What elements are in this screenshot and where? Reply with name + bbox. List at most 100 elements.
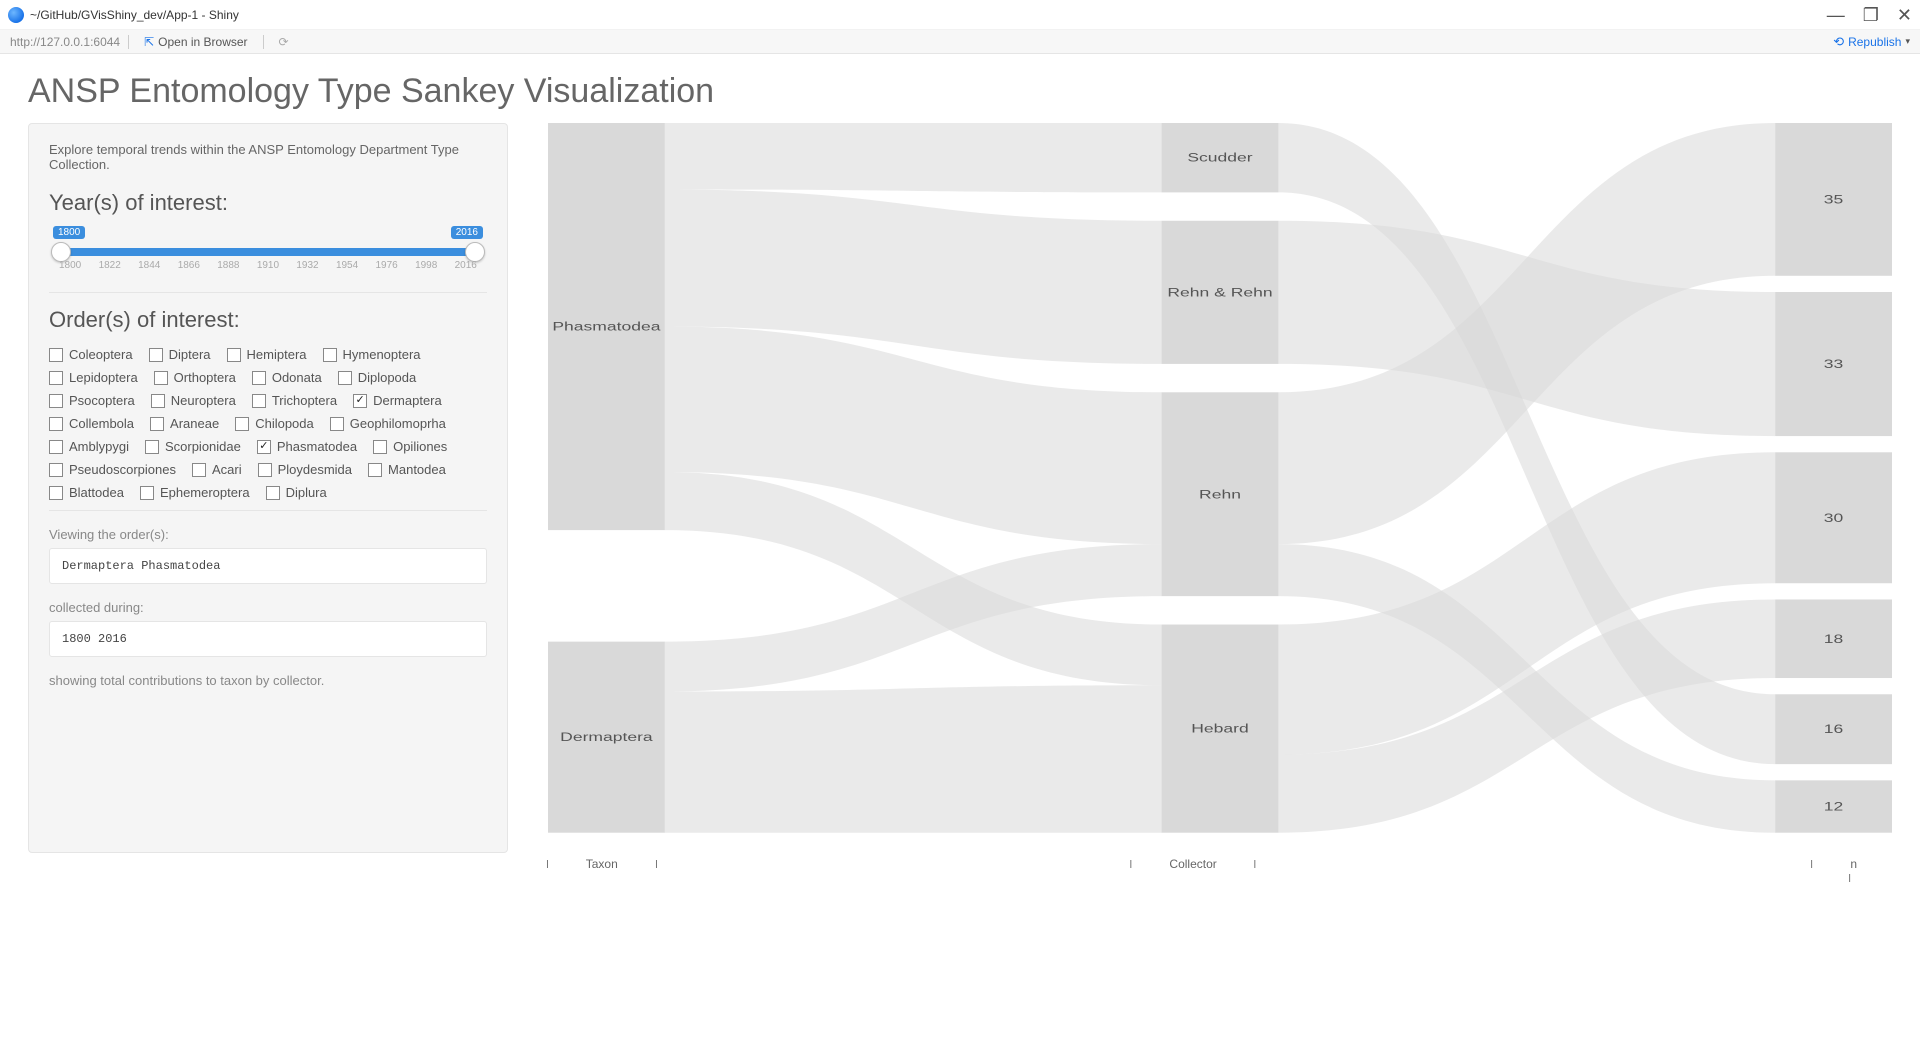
window-close-button[interactable]: ✕: [1897, 6, 1912, 24]
checkbox-icon: [323, 348, 337, 362]
checkbox-icon: ✓: [257, 440, 271, 454]
checkbox-label: Psocoptera: [69, 393, 135, 408]
refresh-button[interactable]: ⟳: [272, 33, 296, 51]
axis-label: Collector: [1130, 857, 1255, 871]
order-checkbox-dermaptera[interactable]: ✓ Dermaptera: [353, 393, 442, 408]
checkbox-icon: [151, 394, 165, 408]
order-checkbox-ephemeroptera[interactable]: Ephemeroptera: [140, 485, 250, 500]
checkbox-icon: [266, 486, 280, 500]
order-checkbox-neuroptera[interactable]: Neuroptera: [151, 393, 236, 408]
window-minimize-button[interactable]: —: [1827, 6, 1845, 24]
checkbox-label: Hemiptera: [247, 347, 307, 362]
sankey-node-label: Scudder: [1187, 151, 1252, 165]
republish-button[interactable]: ⟲ Republish ▾: [1833, 34, 1910, 50]
order-checkbox-blattodea[interactable]: Blattodea: [49, 485, 124, 500]
checkbox-icon: [49, 348, 63, 362]
checkbox-label: Neuroptera: [171, 393, 236, 408]
checkbox-icon: ✓: [353, 394, 367, 408]
sankey-node-label: 12: [1824, 800, 1843, 814]
order-checkbox-amblypygi[interactable]: Amblypygi: [49, 439, 129, 454]
orders-checkbox-group: Coleoptera Diptera Hemiptera Hymenoptera Lep…: [49, 347, 487, 500]
checkbox-label: Chilopoda: [255, 416, 314, 431]
slider-tick: 1998: [415, 260, 437, 271]
order-checkbox-scorpionidae[interactable]: Scorpionidae: [145, 439, 241, 454]
checkbox-label: Diplura: [286, 485, 327, 500]
sankey-link[interactable]: [665, 123, 1162, 192]
order-checkbox-orthoptera[interactable]: Orthoptera: [154, 370, 236, 385]
slider-tick: 1910: [257, 260, 279, 271]
order-checkbox-collembola[interactable]: Collembola: [49, 416, 134, 431]
order-checkbox-odonata[interactable]: Odonata: [252, 370, 322, 385]
sankey-node-label: Rehn & Rehn: [1167, 286, 1272, 300]
checkbox-icon: [252, 394, 266, 408]
order-checkbox-hymenoptera[interactable]: Hymenoptera: [323, 347, 421, 362]
order-checkbox-lepidoptera[interactable]: Lepidoptera: [49, 370, 138, 385]
order-checkbox-diplopoda[interactable]: Diplopoda: [338, 370, 417, 385]
window-maximize-button[interactable]: ❐: [1863, 6, 1879, 24]
slider-tick: 1822: [99, 260, 121, 271]
checkbox-icon: [150, 417, 164, 431]
sankey-link[interactable]: [665, 685, 1162, 832]
checkbox-label: Blattodea: [69, 485, 124, 500]
order-checkbox-diptera[interactable]: Diptera: [149, 347, 211, 362]
year-slider[interactable]: 1800 2016 180018221844186618881910193219…: [49, 230, 487, 282]
checkbox-label: Trichoptera: [272, 393, 337, 408]
control-panel: Explore temporal trends within the ANSP …: [28, 123, 508, 853]
open-in-browser-button[interactable]: ⇱ Open in Browser: [137, 33, 254, 51]
sankey-node-label: 30: [1824, 511, 1843, 525]
year-section-head: Year(s) of interest:: [49, 190, 487, 216]
order-checkbox-diplura[interactable]: Diplura: [266, 485, 327, 500]
slider-from-label: 1800: [53, 226, 85, 239]
checkbox-label: Opiliones: [393, 439, 447, 454]
checkbox-icon: [145, 440, 159, 454]
slider-handle-to[interactable]: [465, 242, 485, 262]
chevron-down-icon: ▾: [1905, 36, 1910, 47]
address-url[interactable]: http://127.0.0.1:6044: [10, 35, 120, 49]
checkbox-label: Hymenoptera: [343, 347, 421, 362]
order-checkbox-hemiptera[interactable]: Hemiptera: [227, 347, 307, 362]
order-checkbox-opiliones[interactable]: Opiliones: [373, 439, 447, 454]
order-checkbox-coleoptera[interactable]: Coleoptera: [49, 347, 133, 362]
checkbox-label: Geophilomoprha: [350, 416, 446, 431]
summary-text: showing total contributions to taxon by …: [49, 673, 487, 688]
slider-handle-from[interactable]: [51, 242, 71, 262]
address-bar: http://127.0.0.1:6044 ⇱ Open in Browser …: [0, 30, 1920, 54]
sankey-chart: PhasmatodeaDermapteraScudderRehn & RehnR…: [548, 123, 1892, 853]
checkbox-icon: [49, 463, 63, 477]
checkbox-label: Pseudoscorpiones: [69, 462, 176, 477]
checkbox-label: Acari: [212, 462, 242, 477]
sankey-node-label: 16: [1824, 723, 1843, 737]
checkbox-icon: [338, 371, 352, 385]
sankey-node-label: 33: [1824, 358, 1843, 372]
checkbox-icon: [149, 348, 163, 362]
order-checkbox-pseudoscorpiones[interactable]: Pseudoscorpiones: [49, 462, 176, 477]
axis-label: Taxon: [547, 857, 657, 871]
sankey-node-label: Phasmatodea: [552, 320, 661, 334]
order-checkbox-geophilomoprha[interactable]: Geophilomoprha: [330, 416, 446, 431]
order-checkbox-ploydesmida[interactable]: Ploydesmida: [258, 462, 352, 477]
app-icon: [8, 7, 24, 23]
checkbox-icon: [258, 463, 272, 477]
external-link-icon: ⇱: [144, 35, 154, 49]
order-checkbox-psocoptera[interactable]: Psocoptera: [49, 393, 135, 408]
order-checkbox-mantodea[interactable]: Mantodea: [368, 462, 446, 477]
window-title: ~/GitHub/GVisShiny_dev/App-1 - Shiny: [30, 8, 239, 22]
checkbox-icon: [140, 486, 154, 500]
order-checkbox-chilopoda[interactable]: Chilopoda: [235, 416, 314, 431]
order-checkbox-trichoptera[interactable]: Trichoptera: [252, 393, 337, 408]
checkbox-label: Collembola: [69, 416, 134, 431]
sankey-node-label: 18: [1824, 632, 1843, 646]
checkbox-label: Dermaptera: [373, 393, 442, 408]
collected-label: collected during:: [49, 600, 487, 615]
slider-ticks: 1800182218441866188819101932195419761998…: [59, 260, 477, 271]
window-titlebar: ~/GitHub/GVisShiny_dev/App-1 - Shiny — ❐…: [0, 0, 1920, 30]
slider-tick: 1800: [59, 260, 81, 271]
sankey-node-label: Hebard: [1191, 722, 1248, 736]
page-title: ANSP Entomology Type Sankey Visualizatio…: [28, 72, 1892, 111]
order-checkbox-phasmatodea[interactable]: ✓Phasmatodea: [257, 439, 357, 454]
order-checkbox-araneae[interactable]: Araneae: [150, 416, 219, 431]
checkbox-label: Odonata: [272, 370, 322, 385]
order-checkbox-acari[interactable]: Acari: [192, 462, 242, 477]
slider-tick: 1976: [376, 260, 398, 271]
order-section-head: Order(s) of interest:: [49, 307, 487, 333]
